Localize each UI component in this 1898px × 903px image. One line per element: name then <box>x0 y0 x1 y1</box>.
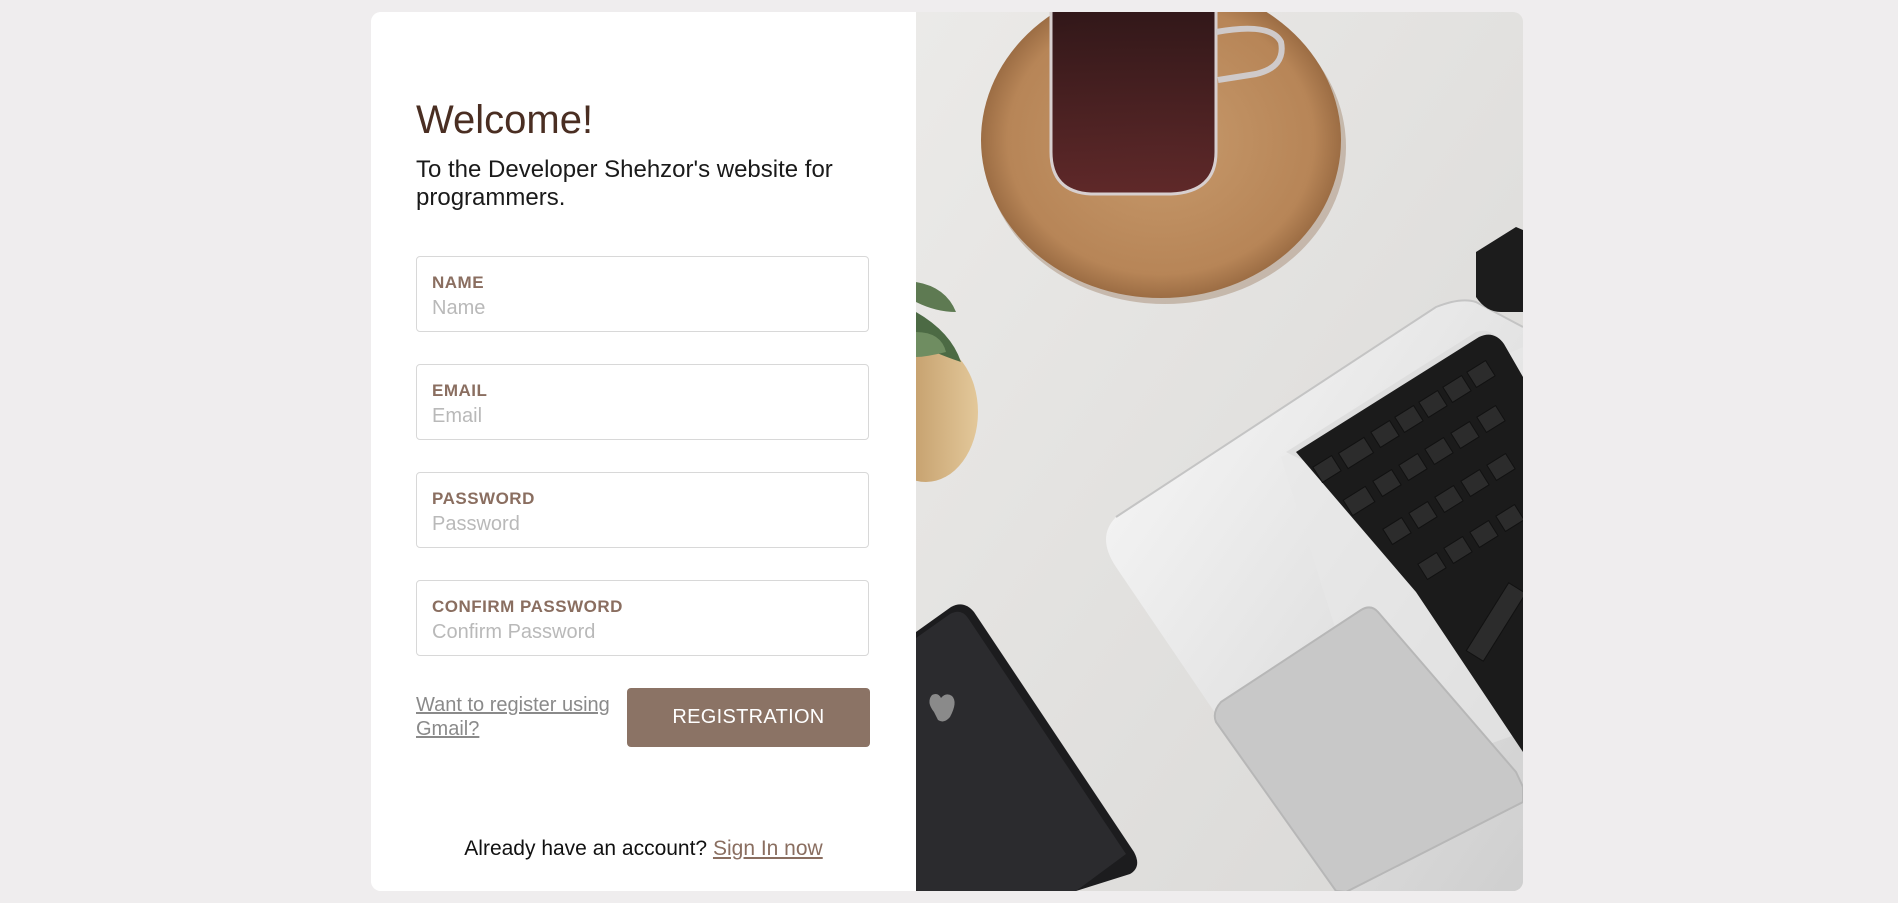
email-label: EMAIL <box>432 381 488 400</box>
name-label: NAME <box>432 273 485 292</box>
confirm-password-field[interactable]: CONFIRM PASSWORD <box>416 580 869 656</box>
name-input[interactable] <box>432 297 852 320</box>
registration-form: Welcome! To the Developer Shehzor's webs… <box>371 12 916 891</box>
gmail-register-link[interactable]: Want to register using Gmail? <box>416 693 626 741</box>
registration-card: Welcome! To the Developer Shehzor's webs… <box>371 12 1523 891</box>
registration-button[interactable]: REGISTRATION <box>627 688 870 747</box>
signin-prompt: Already have an account? <box>464 837 708 860</box>
page-title: Welcome! <box>416 98 594 142</box>
password-label: PASSWORD <box>432 489 535 508</box>
desk-photo-illustration <box>916 12 1523 891</box>
password-field[interactable]: PASSWORD <box>416 472 869 548</box>
email-field[interactable]: EMAIL <box>416 364 869 440</box>
confirm-password-input[interactable] <box>432 621 852 644</box>
hero-photo <box>916 12 1523 891</box>
page-subtitle: To the Developer Shehzor's website for p… <box>416 156 833 211</box>
signin-row: Already have an account? Sign In now <box>371 837 916 861</box>
email-input[interactable] <box>432 405 852 428</box>
name-field[interactable]: NAME <box>416 256 869 332</box>
confirm-password-label: CONFIRM PASSWORD <box>432 597 623 616</box>
signin-link[interactable]: Sign In now <box>713 837 823 860</box>
password-input[interactable] <box>432 513 852 536</box>
